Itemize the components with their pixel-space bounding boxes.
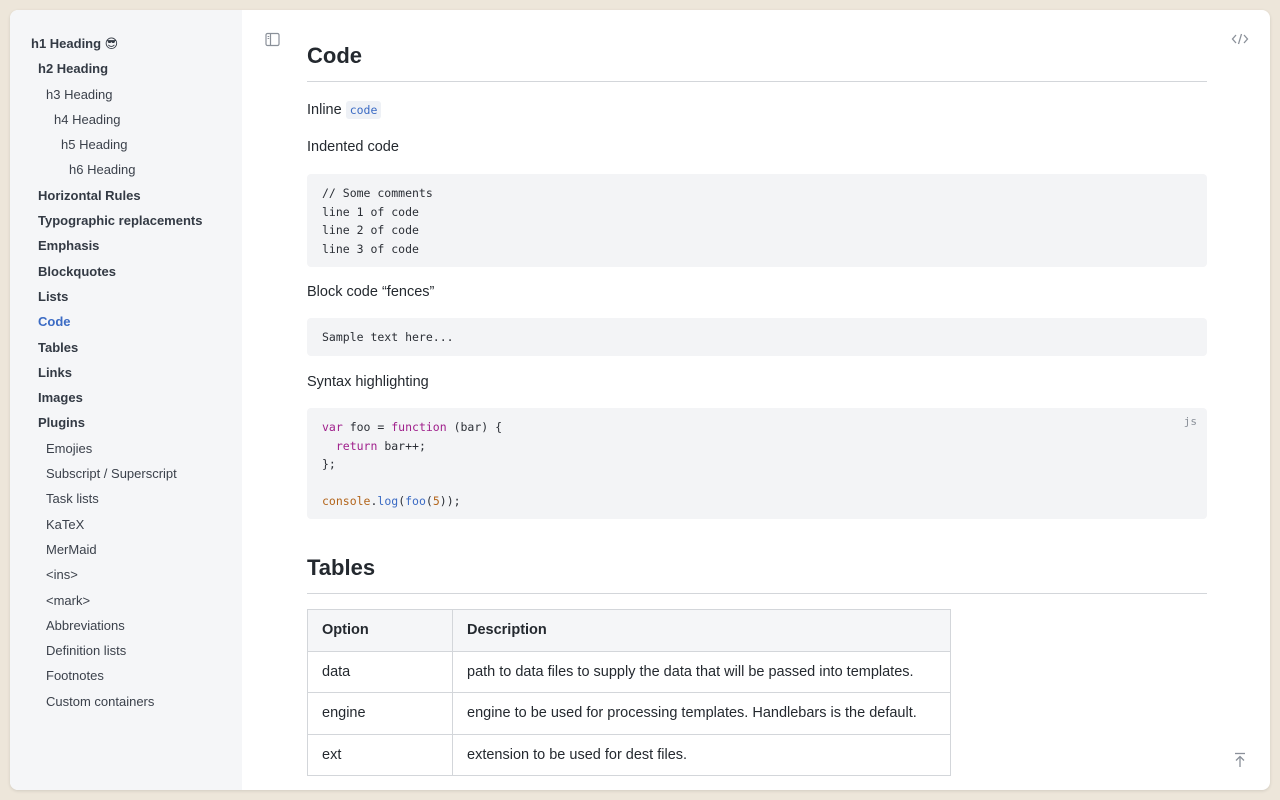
- toc-item-4[interactable]: h5 Heading: [10, 132, 242, 157]
- toc-item-14[interactable]: Images: [10, 385, 242, 410]
- indented-code-label: Indented code: [307, 139, 399, 155]
- toc-item-2[interactable]: h3 Heading: [10, 82, 242, 107]
- table-cell-option: data: [307, 650, 453, 693]
- toc-item-5[interactable]: h6 Heading: [10, 157, 242, 182]
- table-cell-option: ext: [307, 733, 453, 776]
- table-cell-description: path to data files to supply the data th…: [452, 650, 951, 693]
- inline-code-paragraph: Inline code: [307, 101, 382, 119]
- toc-item-7[interactable]: Typographic replacements: [10, 208, 242, 233]
- toc-item-3[interactable]: h4 Heading: [10, 107, 242, 132]
- toc-item-16[interactable]: Emojies: [10, 436, 242, 461]
- syntax-highlighted-code-block: js var foo = function (bar) { return bar+…: [307, 408, 1207, 519]
- toc-item-8[interactable]: Emphasis: [10, 233, 242, 258]
- fenced-code-text: Sample text here...: [322, 330, 454, 344]
- options-table: Option Description data path to data file…: [307, 609, 951, 776]
- inline-label: Inline: [307, 102, 342, 118]
- table-header-row: Option Description: [307, 609, 951, 652]
- toc-item-22[interactable]: <mark>: [10, 588, 242, 613]
- table-cell-description: engine to be used for processing templat…: [452, 692, 951, 735]
- arrow-to-top-icon[interactable]: [1231, 751, 1249, 769]
- sidebar-toggle-icon[interactable]: [263, 30, 281, 48]
- table-of-contents: h1 Heading 😎 h2 Heading h3 Heading h4 Headi…: [10, 10, 242, 790]
- app-window: h1 Heading 😎 h2 Heading h3 Heading h4 Headi…: [10, 10, 1270, 790]
- toc-item-1[interactable]: h2 Heading: [10, 56, 242, 81]
- code-line: // Some comments: [322, 186, 433, 200]
- inline-code-sample: code: [345, 101, 382, 119]
- toc-item-20[interactable]: MerMaid: [10, 537, 242, 562]
- table-cell-description: extension to be used for dest files.: [452, 733, 951, 776]
- section-heading-tables: Tables: [307, 555, 1207, 594]
- section-heading-code: Code: [307, 43, 1207, 82]
- toc-item-11[interactable]: Code: [10, 309, 242, 334]
- toc-item-26[interactable]: Custom containers: [10, 689, 242, 714]
- syntax-highlighting-label: Syntax highlighting: [307, 374, 429, 390]
- code-line: line 2 of code: [322, 223, 419, 237]
- fences-label: Block code “fences”: [307, 284, 435, 300]
- toc-item-12[interactable]: Tables: [10, 335, 242, 360]
- table-header-option: Option: [307, 609, 453, 652]
- toc-item-9[interactable]: Blockquotes: [10, 259, 242, 284]
- table-row: data path to data files to supply the dat…: [307, 650, 951, 693]
- document-view: Code Inline code Indented code // Some c…: [242, 10, 1270, 790]
- table-row: engine engine to be used for processing t…: [307, 692, 951, 735]
- toc-item-13[interactable]: Links: [10, 360, 242, 385]
- toc-item-0[interactable]: h1 Heading 😎: [10, 31, 242, 56]
- toc-item-24[interactable]: Definition lists: [10, 638, 242, 663]
- toc-item-6[interactable]: Horizontal Rules: [10, 183, 242, 208]
- table-header-description: Description: [452, 609, 951, 652]
- toc-item-10[interactable]: Lists: [10, 284, 242, 309]
- toc-item-21[interactable]: <ins>: [10, 562, 242, 587]
- table-cell-option: engine: [307, 692, 453, 735]
- indented-code-block: // Some comments line 1 of code line 2 of …: [307, 174, 1207, 267]
- toc-item-23[interactable]: Abbreviations: [10, 613, 242, 638]
- table-row: ext extension to be used for dest files.: [307, 733, 951, 776]
- toc-item-17[interactable]: Subscript / Superscript: [10, 461, 242, 486]
- toc-item-18[interactable]: Task lists: [10, 486, 242, 511]
- code-language-tag: js: [1183, 415, 1197, 428]
- code-line: line 3 of code: [322, 241, 419, 256]
- toc-item-25[interactable]: Footnotes: [10, 663, 242, 688]
- toc-item-19[interactable]: KaTeX: [10, 512, 242, 537]
- code-line: line 1 of code: [322, 204, 419, 219]
- toc-item-15[interactable]: Plugins: [10, 410, 242, 435]
- fenced-code-block: Sample text here...: [307, 318, 1207, 356]
- code-brackets-icon[interactable]: [1231, 30, 1249, 48]
